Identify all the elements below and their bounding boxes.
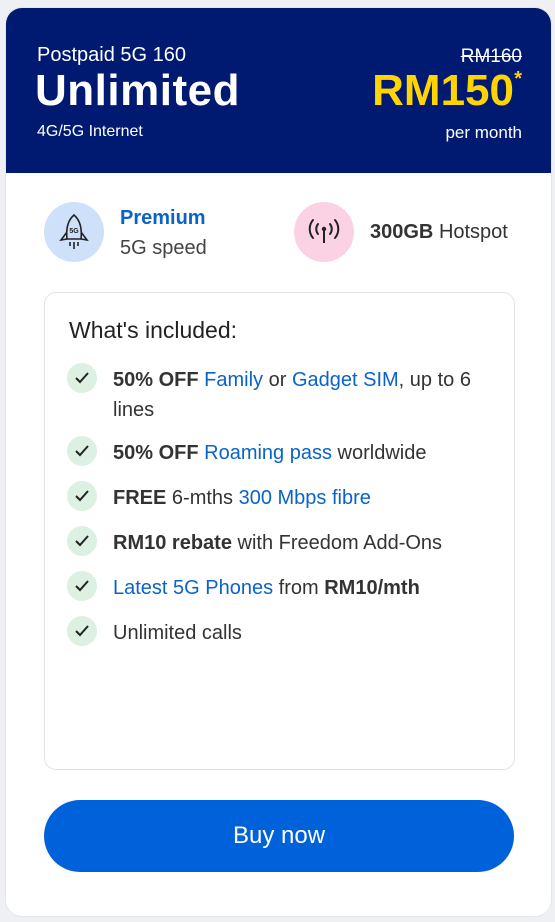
included-title: What's included:: [69, 317, 238, 343]
fibre-link[interactable]: 300 Mbps fibre: [239, 487, 371, 509]
plan-name: Postpaid 5G 160: [37, 44, 186, 66]
item-bold: 50% OFF: [113, 369, 199, 391]
check-icon: [67, 481, 97, 511]
item-bold: 50% OFF: [113, 442, 199, 464]
item-text: with Freedom Add-Ons: [237, 532, 443, 554]
speed-subtitle: 5G speed: [120, 237, 207, 259]
hotspot-text: 300GB Hotspot: [370, 221, 508, 244]
phones-link[interactable]: Latest 5G Phones: [113, 577, 273, 599]
item-text: from: [278, 577, 319, 599]
check-icon: [67, 436, 97, 466]
svg-text:5G: 5G: [69, 228, 79, 235]
item-bold: RM10 rebate: [113, 532, 232, 554]
item-text: 6-mths: [171, 487, 234, 509]
plan-card: Postpaid 5G 160 Unlimited 4G/5G Internet…: [6, 8, 551, 916]
hotspot-signal-icon: [294, 202, 354, 262]
plan-header: Postpaid 5G 160 Unlimited 4G/5G Internet…: [6, 8, 551, 173]
price: RM150: [372, 66, 514, 115]
price-period: per month: [445, 123, 522, 142]
item-text: Unlimited calls: [113, 622, 242, 644]
buy-now-button[interactable]: Buy now: [44, 800, 514, 872]
item-text: or: [268, 369, 287, 391]
roaming-pass-link[interactable]: Roaming pass: [204, 442, 332, 464]
speed-title: Premium: [120, 207, 206, 229]
check-icon: [67, 363, 97, 393]
plan-title: Unlimited: [35, 66, 240, 115]
price-asterisk: *: [514, 68, 522, 90]
hotspot-amount: 300GB: [370, 221, 434, 243]
rocket-5g-icon: 5G: [44, 202, 104, 262]
check-icon: [67, 526, 97, 556]
included-box: What's included: 50% OFF Family or Gadge…: [44, 292, 515, 770]
plan-subtitle: 4G/5G Internet: [37, 123, 143, 140]
check-icon: [67, 616, 97, 646]
hotspot-label: Hotspot: [438, 221, 508, 243]
item-bold: FREE: [113, 487, 167, 509]
gadget-sim-link[interactable]: Gadget SIM: [292, 369, 399, 391]
item-bold: RM10/mth: [324, 577, 420, 599]
check-icon: [67, 571, 97, 601]
family-link[interactable]: Family: [204, 369, 263, 391]
item-text: worldwide: [337, 442, 427, 464]
old-price: RM160: [460, 46, 522, 67]
